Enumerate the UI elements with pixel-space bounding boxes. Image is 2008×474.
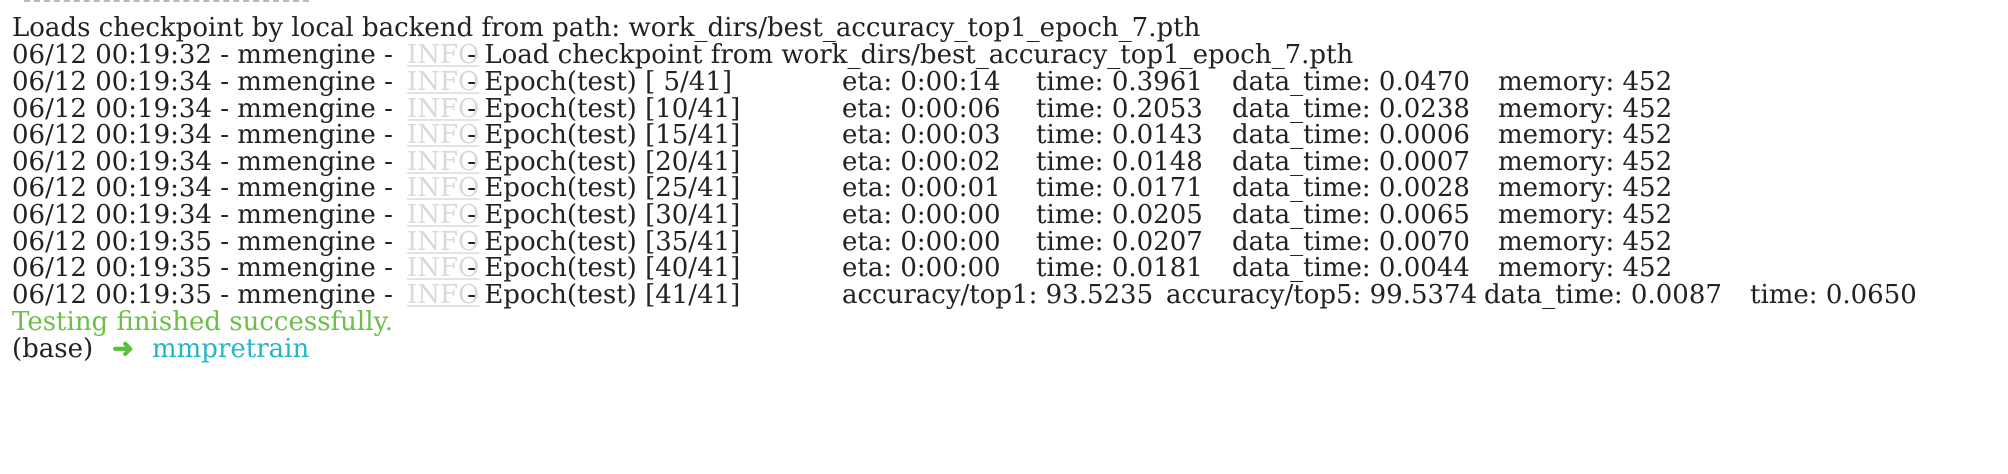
current-directory: mmpretrain bbox=[152, 334, 310, 364]
time-value: time: 0.0650 bbox=[1750, 280, 1917, 310]
data-time: data_time: 0.0087 bbox=[1484, 280, 1722, 310]
accuracy-top1: accuracy/top1: 93.5235 bbox=[842, 280, 1154, 310]
shell-prompt[interactable]: (base) ➜ mmpretrain bbox=[12, 332, 309, 366]
epoch-stage: - Epoch(test) [41/41] bbox=[459, 280, 741, 310]
accuracy-top5: accuracy/top5: 99.5374 bbox=[1166, 280, 1478, 310]
right-arrow-icon: ➜ bbox=[112, 334, 134, 364]
separator-rule bbox=[24, 0, 309, 2]
conda-env-label: (base) bbox=[12, 334, 94, 364]
terminal-output[interactable]: Loads checkpoint by local backend from p… bbox=[0, 0, 2008, 474]
